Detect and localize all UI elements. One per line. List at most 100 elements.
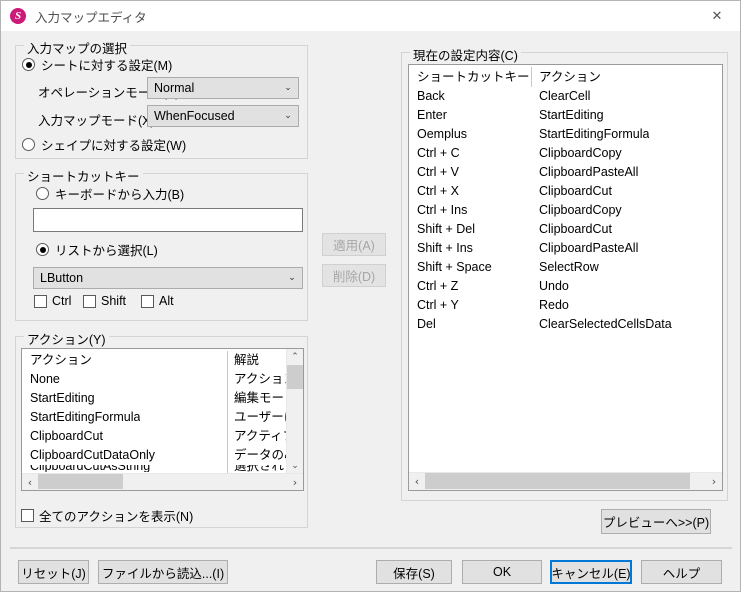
settings-row[interactable]: Ctrl + Z Undo [409,277,722,296]
action-list-item[interactable]: ClipboardCutDataOnly データのみ [22,446,303,465]
settings-action: ClipboardCopy [539,201,622,220]
settings-action: ClearSelectedCellsData [539,315,672,334]
arrow-right-icon[interactable]: › [706,473,722,489]
scroll-up-icon[interactable]: ⌃ [287,349,303,365]
current-settings-horizontal-scrollbar[interactable]: ‹ › [409,472,722,490]
settings-row[interactable]: Ctrl + Ins ClipboardCopy [409,201,722,220]
settings-action: StartEditingFormula [539,125,649,144]
settings-header-action: アクション [539,68,601,87]
current-settings-legend: 現在の設定内容(C) [410,45,521,64]
apply-button[interactable]: 適用(A) [322,233,386,256]
settings-key: Ctrl + Y [417,296,459,315]
input-map-mode-combo[interactable]: WhenFocused ⌄ [147,105,299,127]
action-list-scroll-thumb[interactable] [287,365,303,389]
settings-row[interactable]: Back ClearCell [409,87,722,106]
action-list-item[interactable]: None アクションを [22,370,303,389]
radio-select-from-list[interactable]: リストから選択(L) [36,240,158,259]
shortcut-key-combo-value: LButton [34,271,282,285]
chevron-down-icon: ⌄ [278,83,298,93]
settings-key: Shift + Ins [417,239,473,258]
settings-key: Ctrl + C [417,144,460,163]
arrow-left-icon[interactable]: ‹ [22,474,38,490]
save-button[interactable]: 保存(S) [376,560,452,584]
current-settings-hscroll-thumb[interactable] [425,473,690,489]
checkbox-shift-label: Shift [101,294,126,308]
settings-key: Back [417,87,445,106]
action-name: ClipboardCutAsString [30,465,150,472]
radio-keyboard-input-label: キーボードから入力(B) [55,184,184,203]
preview-button[interactable]: プレビューへ>>(P) [601,509,711,534]
radio-select-from-list-label: リストから選択(L) [55,240,158,259]
settings-key: Del [417,315,436,334]
action-name: None [30,370,60,389]
checkbox-show-all-actions[interactable]: 全てのアクションを表示(N) [21,506,193,525]
action-list-horizontal-scrollbar[interactable]: ‹ › [22,473,303,490]
reset-button[interactable]: リセット(J) [18,560,89,584]
checkbox-ctrl[interactable]: Ctrl [34,294,71,308]
cancel-button[interactable]: キャンセル(E) [550,560,632,584]
radio-shape-setting[interactable]: シェイプに対する設定(W) [22,135,186,154]
settings-row[interactable]: Ctrl + V ClipboardPasteAll [409,163,722,182]
operation-mode-combo[interactable]: Normal ⌄ [147,77,299,99]
checkbox-alt[interactable]: Alt [141,294,174,308]
settings-key: Ctrl + X [417,182,459,201]
radio-mark-keyboard-icon [36,187,49,200]
settings-key: Shift + Space [417,258,492,277]
checkbox-box-show-all-icon [21,509,34,522]
action-list-item[interactable]: ClipboardCut アクティブシ [22,427,303,446]
settings-row[interactable]: Enter StartEditing [409,106,722,125]
ok-button[interactable]: OK [462,560,542,584]
checkbox-ctrl-label: Ctrl [52,294,71,308]
current-settings-header: ショートカットキー アクション [409,68,722,87]
settings-row[interactable]: Shift + Ins ClipboardPasteAll [409,239,722,258]
checkbox-shift[interactable]: Shift [83,294,126,308]
input-map-selection-group: 入力マップの選択 シートに対する設定(M) オペレーションモード(V) Norm… [15,45,308,159]
settings-row[interactable]: Del ClearSelectedCellsData [409,315,722,334]
radio-sheet-setting[interactable]: シートに対する設定(M) [22,55,172,74]
action-name: StartEditingFormula [30,408,140,427]
action-list-item[interactable]: StartEditing 編集モード [22,389,303,408]
settings-row[interactable]: Ctrl + X ClipboardCut [409,182,722,201]
arrow-right-icon[interactable]: › [287,474,303,490]
settings-header-shortcut-key: ショートカットキー [417,68,530,87]
checkbox-show-all-actions-label: 全てのアクションを表示(N) [39,506,193,525]
settings-row[interactable]: Oemplus StartEditingFormula [409,125,722,144]
settings-row[interactable]: Shift + Del ClipboardCut [409,220,722,239]
current-settings-group: 現在の設定内容(C) ショートカットキー アクション Back ClearCel… [401,52,728,501]
radio-mark-sheet-icon [22,58,35,71]
action-header-description: 解説 [234,351,259,370]
arrow-left-icon[interactable]: ‹ [409,473,425,489]
settings-action: SelectRow [539,258,599,277]
settings-row[interactable]: Shift + Space SelectRow [409,258,722,277]
settings-action: Undo [539,277,569,296]
scroll-down-icon[interactable]: ⌄ [287,458,303,474]
help-button[interactable]: ヘルプ [641,560,722,584]
settings-action: ClipboardPasteAll [539,239,638,258]
action-list-hscroll-thumb[interactable] [38,474,123,489]
shortcut-key-input[interactable] [33,208,303,232]
action-name: ClipboardCut [30,427,103,446]
settings-row[interactable]: Ctrl + Y Redo [409,296,722,315]
action-header-action: アクション [30,351,92,370]
current-settings-listbox[interactable]: ショートカットキー アクション Back ClearCell Enter Sta… [408,64,723,491]
radio-keyboard-input[interactable]: キーボードから入力(B) [36,184,184,203]
input-map-mode-label: 入力マップモード(X) [38,110,155,129]
radio-mark-shape-icon [22,138,35,151]
window-title: 入力マップエディタ [35,7,147,26]
delete-button[interactable]: 削除(D) [322,264,386,287]
action-list-vertical-scrollbar[interactable]: ⌃ ⌄ [286,349,303,474]
settings-row[interactable]: Ctrl + C ClipboardCopy [409,144,722,163]
action-listbox[interactable]: アクション 解説 None アクションを StartEditing 編集モード … [21,348,304,491]
load-from-file-button[interactable]: ファイルから読込...(I) [98,560,228,584]
shortcut-key-combo[interactable]: LButton ⌄ [33,267,303,289]
action-name: StartEditing [30,389,95,408]
radio-sheet-setting-label: シートに対する設定(M) [41,55,172,74]
input-map-mode-value: WhenFocused [148,109,278,123]
settings-action: Redo [539,296,569,315]
settings-action: ClipboardCut [539,220,612,239]
shortcut-key-legend: ショートカットキー [24,166,143,185]
radio-mark-list-icon [36,243,49,256]
settings-key: Ctrl + Z [417,277,458,296]
close-icon[interactable]: ✕ [694,1,740,31]
action-list-item[interactable]: StartEditingFormula ユーザーに [22,408,303,427]
